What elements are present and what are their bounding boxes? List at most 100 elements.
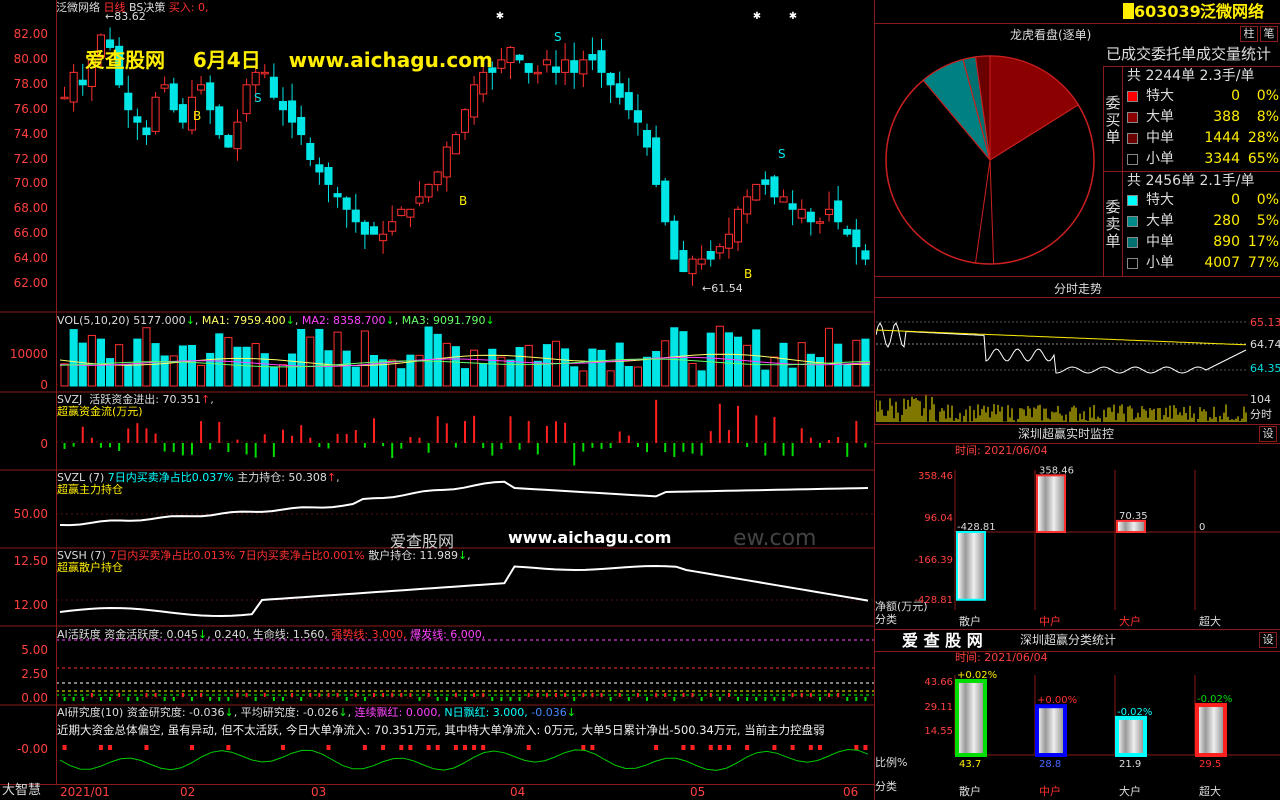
candle-body bbox=[815, 221, 824, 224]
candle-body bbox=[379, 233, 388, 242]
volume-bar bbox=[60, 363, 69, 387]
volume-bar bbox=[306, 336, 315, 387]
price-axis-label: 78.00 bbox=[13, 76, 48, 91]
price-axis-label: 80.00 bbox=[13, 51, 48, 66]
candle-body bbox=[788, 203, 797, 210]
volume-bar bbox=[360, 330, 369, 387]
monitor-title: 深圳超赢实时监控 bbox=[1018, 427, 1115, 441]
classify-change-label: -0.02% bbox=[1197, 694, 1232, 705]
research-mark bbox=[690, 745, 695, 750]
candle-body bbox=[269, 76, 278, 98]
monitor-axis-label: -166.39 bbox=[914, 555, 953, 566]
volume-bar bbox=[524, 344, 533, 387]
candle-body bbox=[752, 183, 761, 201]
order-count: 0 bbox=[1231, 88, 1240, 104]
svsh-name: 超赢散户持仓 bbox=[57, 561, 123, 574]
price-axis-label: 72.00 bbox=[13, 151, 48, 166]
monitor-bar bbox=[956, 531, 986, 601]
research-mark bbox=[399, 745, 404, 750]
candle-body bbox=[297, 117, 306, 136]
candle-body bbox=[233, 121, 242, 150]
volume-bar bbox=[815, 357, 824, 387]
research-mark bbox=[745, 745, 750, 750]
candle-body bbox=[661, 180, 670, 223]
volume-bar bbox=[124, 364, 133, 387]
classify-xlabel: 分类 bbox=[875, 780, 897, 793]
candle-body bbox=[733, 208, 743, 243]
candle-body bbox=[834, 200, 843, 223]
order-type-label: 大单 bbox=[1146, 109, 1174, 125]
sell-total: 共 2456单 2.1手/单 bbox=[1127, 173, 1255, 189]
monitor-settings-button[interactable]: 设 bbox=[1259, 426, 1277, 442]
research-mark bbox=[362, 745, 367, 750]
candle-body bbox=[588, 54, 597, 61]
stock-name: 泛微网络 bbox=[1200, 2, 1265, 21]
legend-swatch bbox=[1127, 133, 1138, 144]
order-type-label: 小单 bbox=[1146, 151, 1174, 167]
candle-body bbox=[724, 233, 733, 249]
date-label: 03 bbox=[311, 785, 327, 799]
classify-bar bbox=[1035, 704, 1067, 757]
volume-bar bbox=[197, 364, 206, 387]
high-price-note: ←83.62 bbox=[105, 10, 146, 23]
intraday-axis-label: 64.74 bbox=[1250, 338, 1280, 351]
volume-bar bbox=[561, 348, 570, 387]
main-chart-panel[interactable]: ✱ ✱ ✱ 泛微网络 日线 BS决策 买入: 0, ←83.62 ←61.54 82… bbox=[0, 0, 875, 784]
research-mark bbox=[790, 745, 795, 750]
candle-body bbox=[178, 104, 187, 123]
intraday-tag: 分时 bbox=[1250, 408, 1272, 421]
research-mark bbox=[62, 745, 67, 750]
monitor-xlabel: 分类 bbox=[875, 613, 897, 626]
candle-body bbox=[342, 197, 351, 210]
candle-body bbox=[278, 101, 288, 111]
svsh-axis-label: 12.50 bbox=[13, 554, 48, 568]
volume-bar bbox=[142, 327, 151, 387]
price-axis-label: 82.00 bbox=[13, 27, 48, 41]
candle-body bbox=[743, 196, 752, 215]
volume-bar bbox=[169, 355, 178, 387]
research-mark bbox=[681, 745, 686, 750]
research-mark bbox=[717, 745, 722, 750]
volume-bar bbox=[460, 368, 470, 387]
volume-bar bbox=[233, 346, 242, 387]
candle-body bbox=[288, 100, 297, 123]
kline-canvas[interactable]: ✱ ✱ ✱ bbox=[0, 0, 875, 784]
candle-body bbox=[515, 54, 524, 61]
volume-bar bbox=[579, 370, 588, 387]
candle-body bbox=[197, 84, 206, 91]
volume-bar bbox=[824, 327, 834, 387]
volume-bar bbox=[806, 353, 815, 387]
legend-swatch bbox=[1127, 258, 1138, 269]
order-type-label: 中单 bbox=[1146, 234, 1174, 250]
column-button[interactable]: 柱 bbox=[1240, 26, 1258, 42]
price-axis-label: 76.00 bbox=[13, 101, 48, 116]
volume-bar bbox=[333, 331, 342, 387]
classify-value-label: 29.5 bbox=[1199, 759, 1221, 770]
research-mark bbox=[280, 745, 285, 750]
volume-bar bbox=[770, 356, 779, 387]
candle-body bbox=[524, 63, 533, 73]
ai-research-legend: AI研究度(10) 资金研究度: -0.036↓, 平均研究度: -0.026↓… bbox=[57, 706, 576, 719]
classify-bar bbox=[1115, 715, 1147, 757]
volume-bar bbox=[342, 350, 351, 387]
volume-bar bbox=[187, 344, 197, 387]
classify-axis-label: 29.11 bbox=[924, 702, 953, 713]
research-mark bbox=[726, 745, 731, 750]
classify-ylabel: 比例% bbox=[875, 756, 908, 769]
dragon-title: 龙虎看盘(逐单) bbox=[1010, 28, 1092, 42]
classify-title: 深圳超赢分类统计 bbox=[1020, 633, 1117, 647]
classify-time: 时间: 2021/06/04 bbox=[955, 651, 1048, 664]
legend-swatch bbox=[1127, 195, 1138, 206]
order-percent: 5% bbox=[1256, 213, 1279, 229]
research-mark bbox=[226, 745, 231, 750]
candle-body bbox=[69, 71, 78, 103]
pen-button[interactable]: 笔 bbox=[1260, 26, 1278, 42]
research-mark bbox=[435, 745, 440, 750]
low-price-note: ←61.54 bbox=[702, 282, 743, 295]
classify-settings-button[interactable]: 设 bbox=[1259, 632, 1277, 648]
order-percent: 0% bbox=[1256, 192, 1279, 208]
order-type-label: 中单 bbox=[1146, 130, 1174, 146]
volume-bar bbox=[379, 359, 388, 387]
classify-category-label: 散户 bbox=[959, 784, 981, 798]
monitor-category-label: 散户 bbox=[959, 614, 981, 628]
